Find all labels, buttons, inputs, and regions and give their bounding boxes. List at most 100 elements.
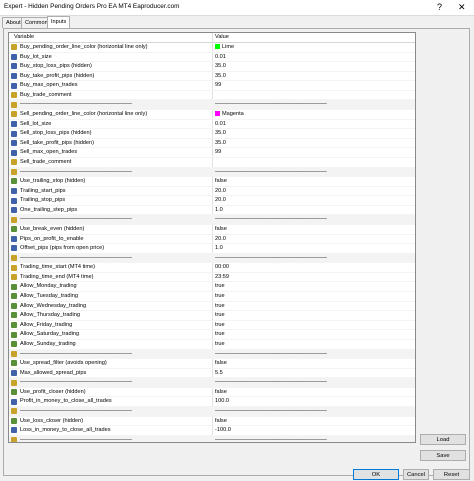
parameter-row[interactable]: Use_profit_closer (hidden) false — [9, 388, 415, 398]
parameter-row[interactable]: Buy_pending_order_line_color (horizontal… — [9, 43, 415, 53]
save-button[interactable]: Save — [420, 450, 466, 461]
parameter-row[interactable]: Allow_Monday_trading true — [9, 282, 415, 293]
parameter-value-cell[interactable]: 35.0 — [215, 62, 226, 72]
parameter-row[interactable]: Allow_Wednesday_trading true — [9, 302, 415, 312]
separator-row[interactable]: ———————————————————— ———————————————————— — [9, 215, 415, 225]
parameter-value: ———————————————————— — [215, 379, 327, 386]
ok-button[interactable]: OK — [353, 469, 399, 480]
parameter-name: Allow_Saturday_trading — [20, 331, 80, 338]
separator-row[interactable]: ———————————————————— ———————————————————— — [9, 406, 415, 417]
parameter-value-cell[interactable]: ———————————————————— — [215, 215, 327, 225]
parameter-value-cell[interactable]: ———————————————————— — [215, 407, 327, 417]
parameter-row[interactable]: One_trailing_step_pips 1.0 — [9, 206, 415, 216]
parameter-value-cell[interactable]: Lime — [215, 43, 234, 53]
variable-column-header[interactable]: Variable — [14, 34, 34, 40]
parameter-value-cell[interactable]: 99 — [215, 81, 221, 91]
separator-row[interactable]: ———————————————————— ———————————————————— — [9, 349, 415, 360]
parameter-value-cell[interactable]: 35.0 — [215, 72, 226, 82]
parameter-row[interactable]: Pips_on_profit_to_enable 20.0 — [9, 235, 415, 245]
parameter-value-cell[interactable]: ———————————————————— — [215, 350, 327, 360]
parameter-row[interactable]: Allow_Sunday_trading true — [9, 340, 415, 350]
parameter-value-cell[interactable]: true — [215, 292, 225, 302]
parameter-value-cell[interactable]: true — [215, 321, 225, 331]
parameter-value-cell[interactable]: -100.0 — [215, 426, 231, 436]
parameter-value-cell[interactable]: 1.0 — [215, 244, 223, 254]
parameter-row[interactable]: Buy_take_profit_pips (hidden) 35.0 — [9, 72, 415, 82]
parameter-row[interactable]: Buy_stop_loss_pips (hidden) 35.0 — [9, 62, 415, 72]
separator-row[interactable]: ———————————————————— ———————————————————— — [9, 378, 415, 388]
parameter-row[interactable]: Sell_pending_order_line_color (horizonta… — [9, 110, 415, 120]
parameter-row[interactable]: Loss_in_money_to_close_all_trades -100.0 — [9, 426, 415, 436]
parameter-value-cell[interactable]: ———————————————————— — [215, 436, 327, 442]
parameter-value-cell[interactable]: 0.01 — [215, 53, 226, 63]
parameter-value: 20.0 — [215, 235, 226, 242]
cancel-button[interactable]: Cancel — [403, 469, 429, 480]
load-button[interactable]: Load — [420, 434, 466, 445]
parameter-value-cell[interactable]: ———————————————————— — [215, 100, 327, 110]
parameter-row[interactable]: Use_break_even (hidden) false — [9, 225, 415, 235]
parameter-value-cell[interactable]: 100.0 — [215, 397, 229, 407]
parameter-value-cell[interactable]: 20.0 — [215, 187, 226, 197]
parameter-row[interactable]: Use_trailing_stop (hidden) false — [9, 177, 415, 187]
parameter-row[interactable]: Allow_Friday_trading true — [9, 321, 415, 331]
separator-row[interactable]: ———————————————————— ———————————————————— — [9, 100, 415, 111]
reset-button[interactable]: Reset — [433, 469, 470, 480]
parameter-row[interactable]: Sell_max_open_trades 99 — [9, 148, 415, 158]
parameter-value-cell[interactable]: 35.0 — [215, 139, 226, 149]
parameter-row[interactable]: Trailing_start_pips 20.0 — [9, 187, 415, 197]
parameter-value-cell[interactable]: true — [215, 340, 225, 350]
parameter-row[interactable]: Offset_pips (pips from open price) 1.0 — [9, 244, 415, 254]
parameter-value-cell[interactable]: 99 — [215, 148, 221, 158]
parameter-value-cell[interactable]: false — [215, 225, 227, 235]
parameter-value-cell[interactable]: 1.0 — [215, 206, 223, 216]
parameter-value-cell[interactable]: 00:00 — [215, 263, 229, 273]
parameters-grid[interactable]: Variable Value Buy_pending_order_line_co… — [8, 32, 416, 443]
parameter-row[interactable]: Sell_take_profit_pips (hidden) 35.0 — [9, 139, 415, 149]
parameter-value-cell[interactable]: true — [215, 302, 225, 312]
parameter-row[interactable]: Profit_in_money_to_close_all_trades 100.0 — [9, 397, 415, 407]
close-button[interactable]: ✕ — [458, 2, 466, 12]
parameter-row[interactable]: Allow_Thursday_trading true — [9, 311, 415, 321]
parameter-value-cell[interactable]: false — [215, 388, 227, 398]
separator-row[interactable]: ———————————————————— ———————————————————— — [9, 253, 415, 264]
parameter-value-cell[interactable]: 23:59 — [215, 273, 229, 283]
parameter-value-cell[interactable]: false — [215, 177, 227, 187]
parameter-value-cell[interactable]: 20.0 — [215, 235, 226, 245]
parameter-value-cell[interactable]: Magenta — [215, 110, 244, 120]
parameter-value-cell[interactable]: ———————————————————— — [215, 378, 327, 388]
separator-row[interactable]: ———————————————————— ———————————————————— — [9, 435, 415, 442]
parameter-row[interactable]: Max_allowed_spread_pips 5.5 — [9, 369, 415, 379]
tab-inputs[interactable]: Inputs — [47, 16, 71, 28]
parameter-row[interactable]: Allow_Tuesday_trading true — [9, 292, 415, 302]
parameter-row[interactable]: Sell_stop_loss_pips (hidden) 35.0 — [9, 129, 415, 139]
parameter-row[interactable]: Allow_Saturday_trading true — [9, 330, 415, 340]
parameter-row[interactable]: Buy_lot_size 0.01 — [9, 53, 415, 63]
parameter-value-cell[interactable]: ———————————————————— — [215, 254, 327, 264]
parameter-value-cell[interactable]: 35.0 — [215, 129, 226, 139]
help-button[interactable]: ? — [437, 2, 442, 12]
value-column-header[interactable]: Value — [215, 34, 229, 40]
parameter-value-cell[interactable]: false — [215, 417, 227, 427]
parameter-row[interactable]: Use_spread_filter (avoids opening) false — [9, 359, 415, 369]
parameter-row[interactable]: Use_loss_closer (hidden) false — [9, 417, 415, 427]
parameter-value-cell[interactable]: ———————————————————— — [215, 168, 327, 178]
parameter-row[interactable]: Sell_lot_size 0.01 — [9, 120, 415, 130]
parameter-value-cell[interactable]: 5.5 — [215, 369, 223, 379]
string-icon — [11, 408, 17, 415]
parameter-name: Trading_time_end (MT4 time) — [20, 273, 94, 280]
parameter-value-cell[interactable]: false — [215, 359, 227, 369]
parameter-row[interactable]: Buy_trade_comment — [9, 91, 415, 101]
parameter-row[interactable]: Trading_time_start (MT4 time) 00:00 — [9, 263, 415, 273]
parameter-value-cell[interactable]: 0.01 — [215, 120, 226, 130]
parameter-value-cell[interactable]: true — [215, 311, 225, 321]
parameter-value-cell[interactable]: true — [215, 282, 225, 292]
parameter-row[interactable]: Sell_trade_comment — [9, 158, 415, 168]
parameter-row[interactable]: Trailing_stop_pips 20.0 — [9, 196, 415, 206]
parameter-value-cell[interactable]: 20.0 — [215, 196, 226, 206]
parameter-row[interactable]: Trading_time_end (MT4 time) 23:59 — [9, 273, 415, 283]
separator-row[interactable]: ———————————————————— ———————————————————— — [9, 167, 415, 178]
parameter-row[interactable]: Buy_max_open_trades 99 — [9, 81, 415, 91]
bool-icon — [11, 283, 17, 290]
parameter-name: ———————————————————— — [20, 216, 132, 223]
parameter-value-cell[interactable]: true — [215, 330, 225, 340]
